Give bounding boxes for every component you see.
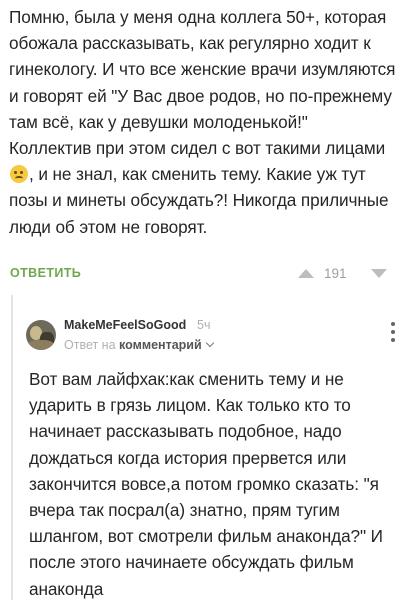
comment-body: Вот вам лайфхак:как сменить тему и не уд… — [29, 366, 401, 602]
comment-thread-line[interactable] — [11, 295, 13, 600]
reply-button[interactable]: ОТВЕТИТЬ — [10, 266, 81, 280]
post-text-paragraph-1: Помню, была у меня одна коллега 50+, кот… — [9, 7, 396, 132]
vote-up-arrow-icon[interactable] — [298, 269, 314, 278]
post-body: Помню, была у меня одна коллега 50+, кот… — [9, 4, 401, 240]
avatar[interactable] — [26, 320, 56, 350]
rating-count: 191 — [324, 266, 347, 281]
reply-to-info: Ответ на комментарий — [64, 338, 214, 352]
comment-timestamp: 5ч — [197, 318, 211, 332]
chevron-down-icon — [205, 338, 214, 348]
reply-to-link-label: комментарий — [119, 338, 202, 352]
post-text-after-emoji: , и не знал, как сменить тему. Какие уж … — [9, 164, 389, 237]
reply-to-prefix: Ответ на — [64, 338, 116, 352]
vote-down-arrow-icon[interactable] — [371, 269, 387, 278]
post-text-before-emoji: Коллектив при этом сидел с вот такими ли… — [9, 138, 386, 159]
smiling-face-emoji-icon — [10, 165, 28, 184]
post-text-paragraph-2: Коллектив при этом сидел с вот такими ли… — [9, 135, 401, 240]
comment-header: MakeMeFeelSoGood 5ч Ответ на комментарий — [26, 316, 396, 360]
post-actions-bar: ОТВЕТИТЬ 191 — [0, 262, 407, 288]
comment-username[interactable]: MakeMeFeelSoGood — [64, 318, 186, 332]
reply-to-comment-link[interactable]: комментарий — [119, 338, 214, 352]
more-options-icon[interactable] — [388, 322, 398, 346]
comment-text: Вот вам лайфхак:как сменить тему и не уд… — [29, 369, 383, 599]
